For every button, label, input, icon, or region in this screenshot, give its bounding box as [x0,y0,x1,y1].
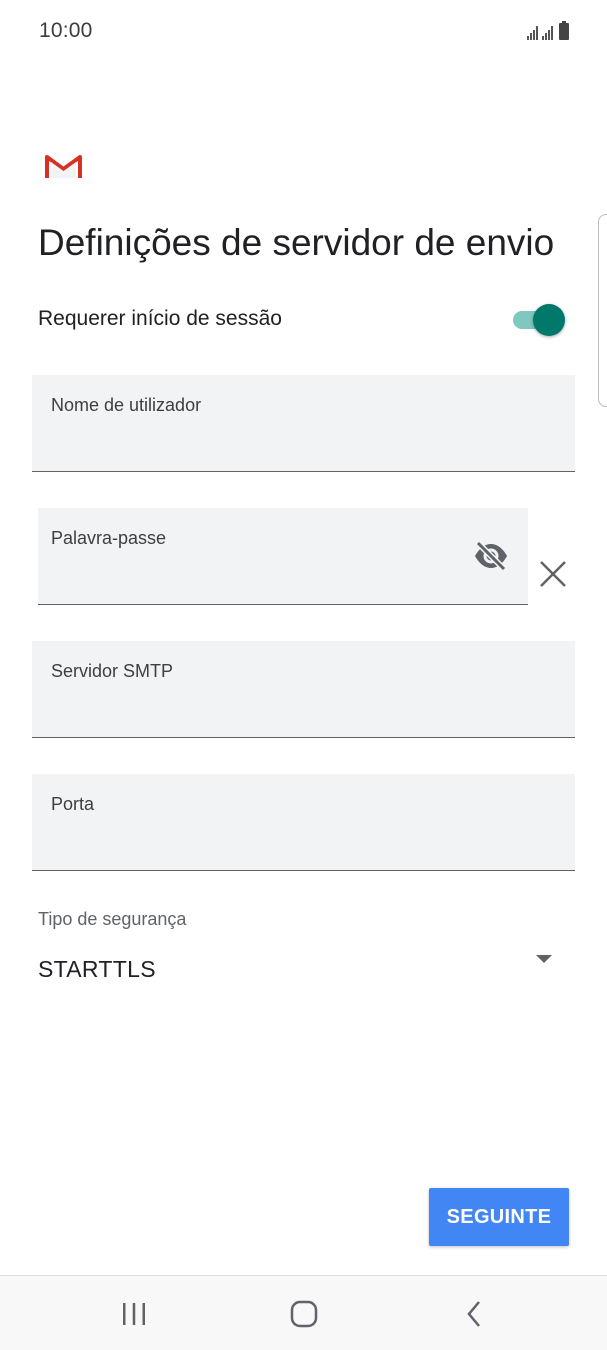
recent-apps-button[interactable] [94,1276,174,1350]
smtp-server-field[interactable]: Servidor SMTP [32,641,575,738]
security-type-label: Tipo de segurança [38,909,187,929]
page-title: Definições de servidor de envio [38,222,555,263]
password-label: Palavra-passe [51,528,167,548]
next-button[interactable]: SEGUINTE [429,1188,569,1246]
password-input[interactable] [57,573,449,596]
gmail-icon [45,155,82,178]
security-type-value: STARTTLS [38,956,156,982]
port-field[interactable]: Porta [32,774,575,871]
battery-icon [559,21,569,40]
screen: 10:00 Definições de servidor de envio Re… [0,0,607,1350]
close-icon[interactable] [539,560,567,588]
signal-icon [542,26,553,40]
home-button[interactable] [264,1276,344,1350]
username-field[interactable]: Nome de utilizador [32,375,575,472]
visibility-off-icon[interactable] [473,541,509,571]
dropdown-arrow-icon [536,955,552,963]
require-login-label: Requerer início de sessão [38,307,282,330]
port-input[interactable] [51,839,486,862]
navigation-bar [0,1275,607,1350]
signal-icon [527,26,538,40]
password-field[interactable]: Palavra-passe [38,508,528,605]
status-icons [527,21,569,40]
username-input[interactable] [51,440,486,463]
home-icon [290,1300,318,1327]
smtp-server-input[interactable] [51,706,486,729]
smtp-server-label: Servidor SMTP [51,661,174,681]
recent-apps-icon [123,1302,145,1325]
port-label: Porta [51,794,95,814]
username-label: Nome de utilizador [51,395,202,415]
back-icon [467,1300,480,1327]
status-time: 10:00 [39,19,93,42]
security-type-dropdown[interactable]: STARTTLS [38,940,558,994]
toggle-thumb [533,304,565,336]
back-button[interactable] [434,1276,514,1350]
require-login-toggle[interactable] [511,303,565,336]
edge-panel-handle[interactable] [598,214,607,407]
